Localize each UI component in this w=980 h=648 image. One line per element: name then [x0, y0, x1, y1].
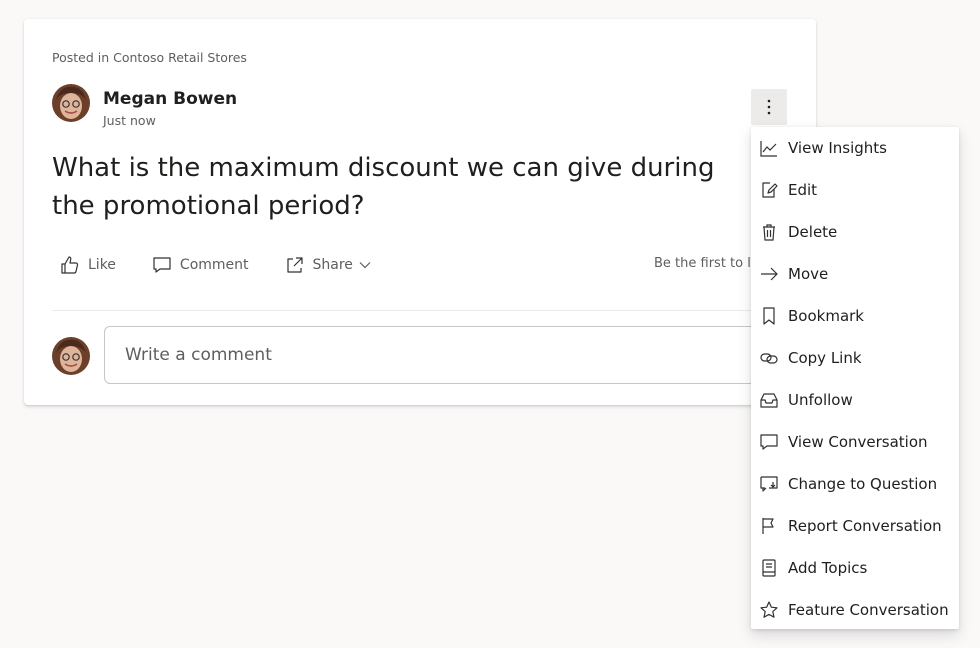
author-name[interactable]: Megan Bowen	[103, 89, 237, 109]
chart-line-icon	[759, 138, 779, 158]
menu-item-add-topics[interactable]: Add Topics	[751, 548, 959, 588]
menu-item-move[interactable]: Move	[751, 254, 959, 294]
menu-item-label: Bookmark	[788, 307, 864, 325]
menu-item-edit[interactable]: Edit	[751, 170, 959, 210]
more-options-menu: View Insights Edit Delete Move Bookmark …	[751, 127, 959, 629]
menu-item-change-to-question[interactable]: Change to Question	[751, 464, 959, 504]
share-button[interactable]: Share	[285, 255, 371, 275]
commenter-avatar	[52, 337, 90, 375]
menu-item-label: Report Conversation	[788, 517, 942, 535]
divider	[52, 310, 792, 311]
menu-item-label: Delete	[788, 223, 838, 241]
menu-item-label: Move	[788, 265, 829, 283]
star-icon	[759, 600, 779, 620]
chat-icon	[759, 432, 779, 452]
bookmark-icon	[759, 306, 779, 326]
comment-icon	[153, 257, 171, 273]
chevron-down-icon	[359, 262, 371, 269]
like-label: Like	[88, 257, 116, 273]
edit-icon	[759, 180, 779, 200]
post-timestamp: Just now	[103, 113, 156, 128]
menu-item-report-conversation[interactable]: Report Conversation	[751, 506, 959, 546]
comment-box[interactable]	[104, 326, 804, 384]
menu-item-label: Add Topics	[788, 559, 868, 577]
book-icon	[759, 558, 779, 578]
comment-label: Comment	[179, 257, 249, 273]
first-like-text: Be the first to like this	[654, 256, 752, 271]
more-vertical-icon	[767, 99, 771, 115]
menu-item-bookmark[interactable]: Bookmark	[751, 296, 959, 336]
menu-item-unfollow[interactable]: Unfollow	[751, 380, 959, 420]
more-options-button[interactable]	[751, 89, 787, 125]
menu-item-copy-link[interactable]: Copy Link	[751, 338, 959, 378]
menu-item-label: Change to Question	[788, 475, 938, 493]
author-avatar[interactable]	[52, 84, 90, 122]
posted-in-label: Posted in Contoso Retail Stores	[52, 50, 247, 65]
menu-item-label: View Insights	[788, 139, 888, 157]
delete-icon	[759, 222, 779, 242]
menu-item-label: Copy Link	[788, 349, 862, 367]
arrow-right-icon	[759, 264, 779, 284]
like-button[interactable]: Like	[60, 255, 116, 275]
post-actions: Like Comment Share	[60, 253, 407, 277]
thumbs-up-icon	[61, 256, 79, 274]
menu-item-view-conversation[interactable]: View Conversation	[751, 422, 959, 462]
comment-button[interactable]: Comment	[152, 255, 249, 275]
flag-icon	[759, 516, 779, 536]
conversation-card: Posted in Contoso Retail Stores Megan Bo…	[24, 19, 816, 405]
menu-item-label: View Conversation	[788, 433, 928, 451]
menu-item-label: Edit	[788, 181, 818, 199]
question-text: What is the maximum discount we can give…	[52, 153, 715, 221]
menu-item-view-insights[interactable]: View Insights	[751, 128, 959, 168]
menu-item-delete[interactable]: Delete	[751, 212, 959, 252]
share-label: Share	[312, 257, 353, 273]
chat-question-icon	[759, 474, 779, 494]
inbox-icon	[759, 390, 779, 410]
menu-item-label: Unfollow	[788, 391, 853, 409]
share-icon	[286, 257, 303, 273]
comment-input[interactable]	[123, 344, 727, 366]
link-icon	[759, 348, 779, 368]
menu-item-feature-conversation[interactable]: Feature Conversation	[751, 590, 959, 630]
menu-item-label: Feature Conversation	[788, 601, 949, 619]
